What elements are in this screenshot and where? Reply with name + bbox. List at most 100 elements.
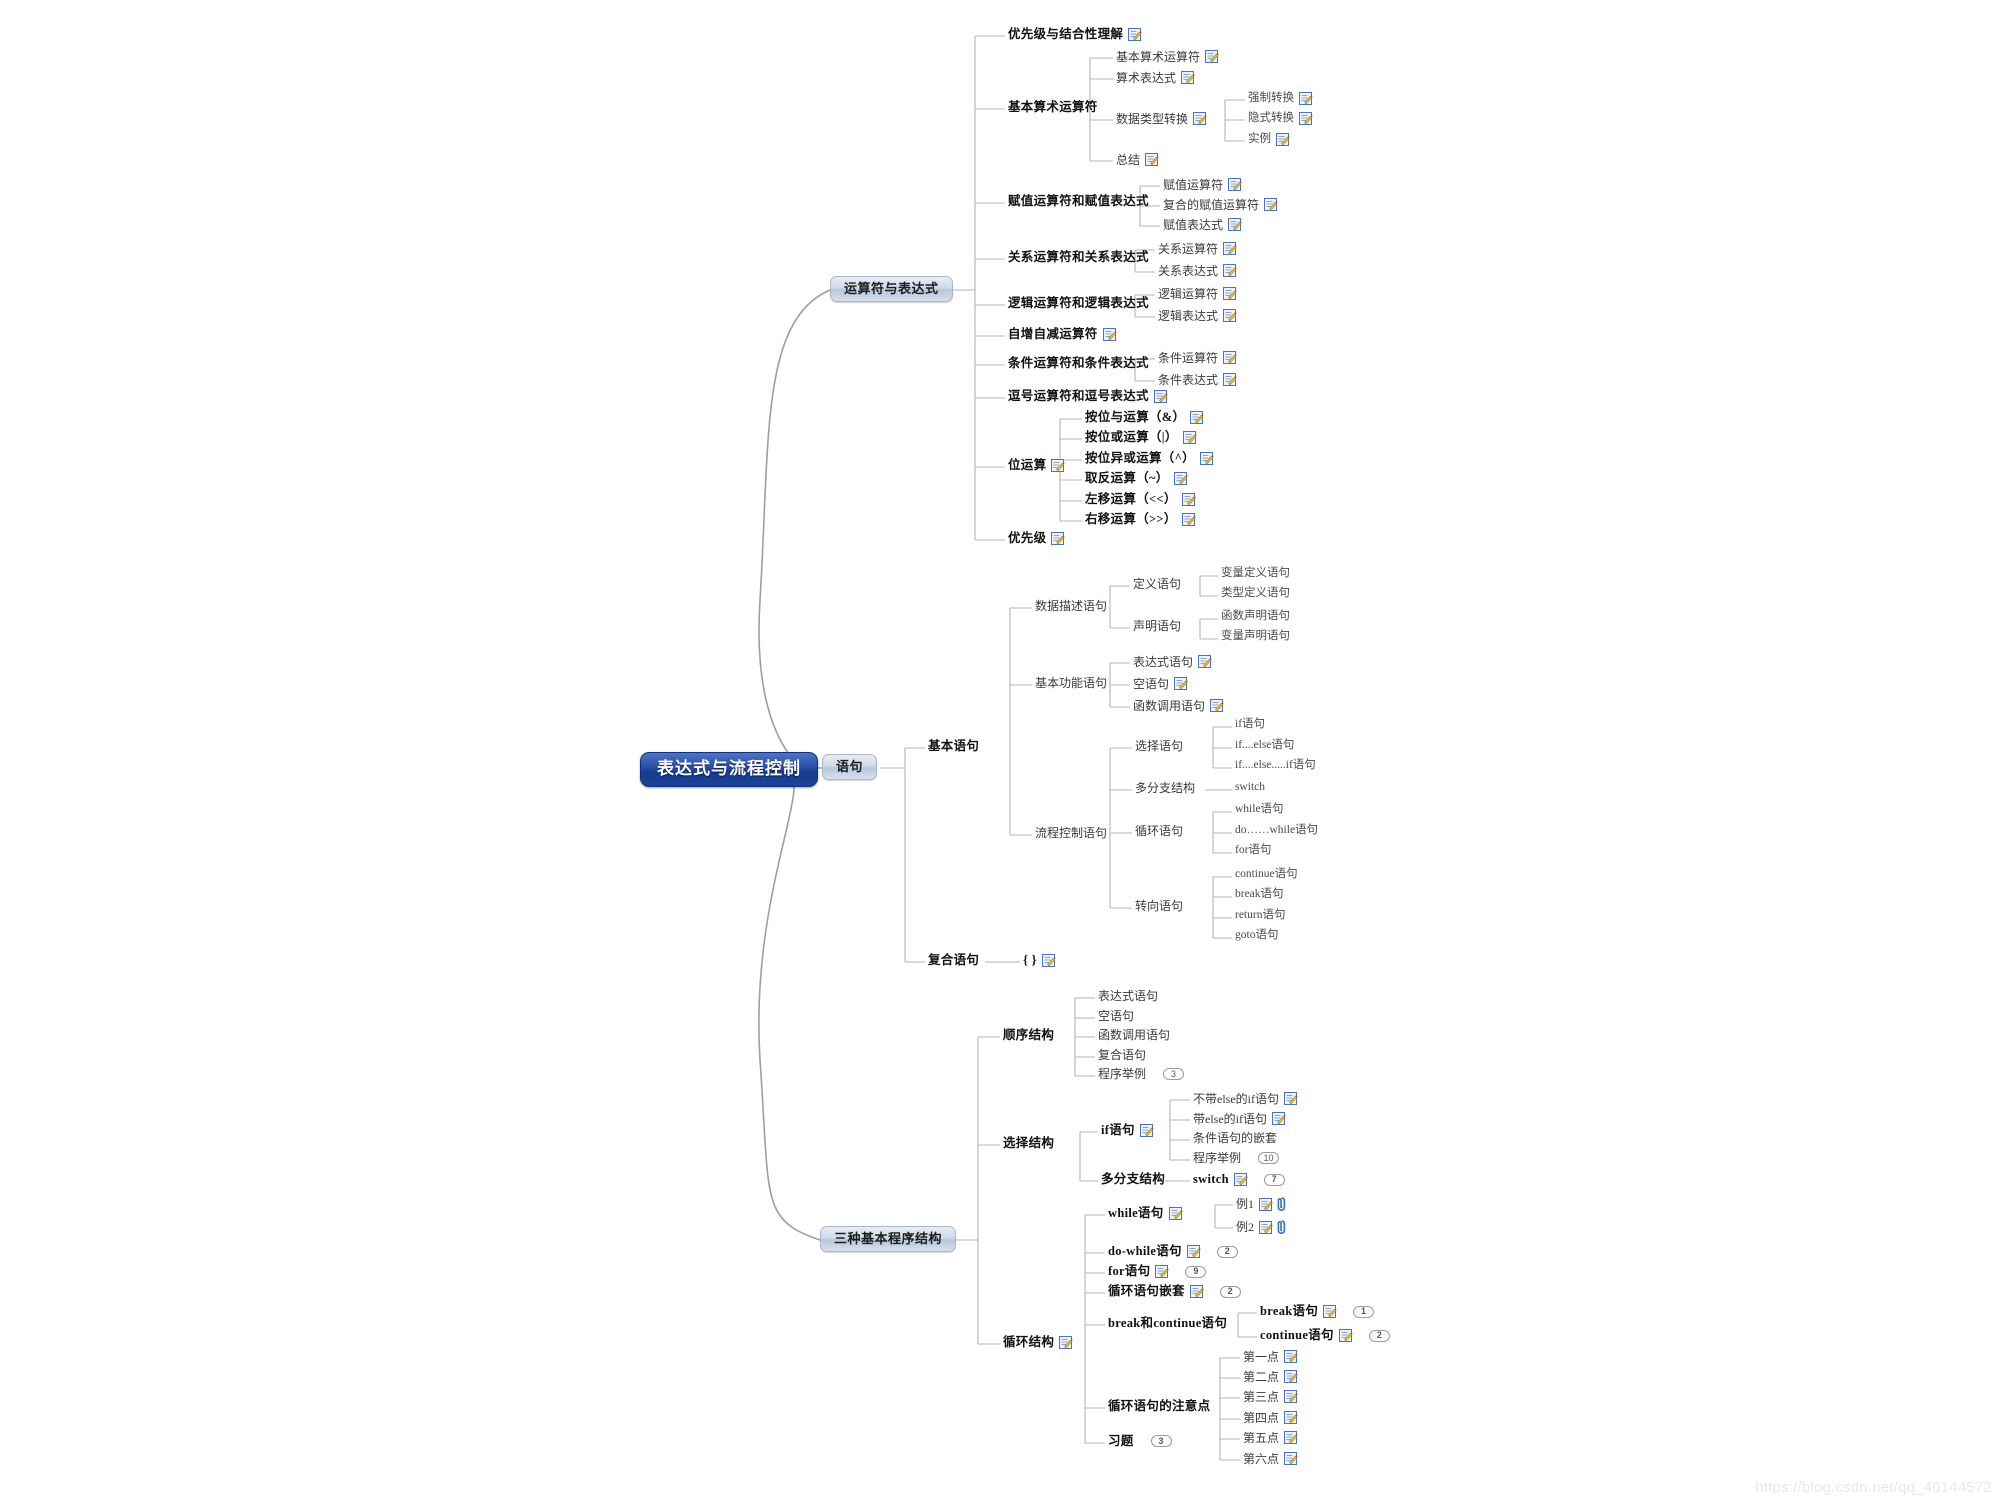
op-node-7[interactable]: 逗号运算符和逗号表达式 [1008,390,1168,403]
basic-child-2[interactable]: 流程控制语句 [1035,827,1107,839]
multi-child-0[interactable]: switch [1235,781,1265,794]
note-point-3[interactable]: 第四点 [1243,1411,1299,1424]
convert-child-1[interactable]: 隐式转换 [1248,112,1314,125]
note-edit-icon[interactable] [1205,50,1220,63]
loop-child-2[interactable]: for语句 [1235,844,1271,857]
note-edit-icon[interactable] [1198,655,1213,668]
relational-child-0[interactable]: 关系运算符 [1158,242,1238,255]
note-edit-icon[interactable] [1181,71,1196,84]
note-edit-icon[interactable] [1139,1124,1154,1137]
note-edit-icon[interactable] [1223,287,1238,300]
bitwise-child-3[interactable]: 取反运算（~） [1085,472,1188,485]
note-edit-icon[interactable] [1181,493,1196,506]
op-node-8[interactable]: 位运算 [1008,459,1066,472]
bitwise-child-1[interactable]: 按位或运算（|） [1085,431,1197,444]
note-edit-icon[interactable] [1284,1452,1299,1465]
if-child-1[interactable]: 带else的if语句 [1193,1112,1287,1125]
if-child-3[interactable]: 程序举例 10 [1193,1152,1280,1164]
struct-node-2[interactable]: 循环结构 [1003,1336,1074,1349]
note-edit-icon[interactable] [1059,1336,1074,1349]
bitwise-child-2[interactable]: 按位异或运算（^） [1085,452,1215,465]
struct-node-0[interactable]: 顺序结构 [1003,1029,1054,1042]
select-child-1[interactable]: if....else语句 [1235,739,1294,752]
op-node-6[interactable]: 条件运算符和条件表达式 [1008,357,1149,370]
note-edit-icon[interactable] [1182,431,1197,444]
datadesc-child-0[interactable]: 定义语句 [1133,578,1181,590]
branch-node-statements[interactable]: 语句 [822,754,878,780]
assign-child-1[interactable]: 复合的赋值运算符 [1163,198,1279,211]
note-edit-icon[interactable] [1233,1173,1248,1186]
basic-child-1[interactable]: 基本功能语句 [1035,677,1107,689]
flow-child-1[interactable]: 多分支结构 [1135,782,1195,794]
sequence-child-2[interactable]: 函数调用语句 [1098,1029,1170,1041]
note-edit-icon[interactable] [1174,677,1189,690]
note-edit-icon[interactable] [1276,133,1291,146]
note-edit-icon[interactable] [1299,112,1314,125]
note-edit-icon[interactable] [1051,532,1066,545]
note-edit-icon[interactable] [1190,411,1205,424]
note-edit-icon[interactable] [1153,390,1168,403]
basic-child-0[interactable]: 数据描述语句 [1035,600,1107,612]
note-edit-icon[interactable] [1284,1350,1299,1363]
flow-child-0[interactable]: 选择语句 [1135,740,1183,752]
attachment-icon[interactable] [1277,1220,1286,1234]
note-edit-icon[interactable] [1051,459,1066,472]
note-edit-icon[interactable] [1284,1411,1299,1424]
logical-child-0[interactable]: 逻辑运算符 [1158,287,1238,300]
note-edit-icon[interactable] [1323,1305,1338,1318]
note-edit-icon[interactable] [1223,264,1238,277]
compound-braces[interactable]: { } [1023,954,1056,967]
if-child-0[interactable]: 不带else的if语句 [1193,1092,1299,1105]
while-example-0[interactable]: 例1 [1236,1197,1286,1211]
note-edit-icon[interactable] [1199,452,1215,465]
logical-child-1[interactable]: 逻辑表达式 [1158,309,1238,322]
attachment-icon[interactable] [1277,1197,1286,1211]
flow-child-3[interactable]: 转向语句 [1135,900,1183,912]
note-edit-icon[interactable] [1223,309,1238,322]
note-edit-icon[interactable] [1284,1370,1299,1383]
sequence-child-3[interactable]: 复合语句 [1098,1049,1146,1061]
declare-child-1[interactable]: 变量声明语句 [1221,630,1290,643]
conditional-child-1[interactable]: 条件表达式 [1158,373,1238,386]
selection-child-1[interactable]: 多分支结构 [1101,1173,1165,1186]
note-edit-icon[interactable] [1259,1197,1274,1211]
basicfunc-child-0[interactable]: 表达式语句 [1133,655,1213,668]
loopstruct-child-1[interactable]: do-while语句 2 [1108,1245,1238,1258]
jump-child-3[interactable]: goto语句 [1235,929,1278,942]
breakcont-child-0[interactable]: break语句 1 [1260,1305,1375,1318]
note-edit-icon[interactable] [1189,1285,1204,1298]
loopstruct-child-6[interactable]: 习题 3 [1108,1435,1172,1448]
loop-child-0[interactable]: while语句 [1235,803,1284,816]
stmt-node-1[interactable]: 复合语句 [928,954,979,967]
loopstruct-child-0[interactable]: while语句 [1108,1207,1183,1220]
arith-child-3[interactable]: 总结 [1116,153,1160,166]
op-node-1[interactable]: 基本算术运算符 [1008,101,1098,114]
note-edit-icon[interactable] [1210,699,1225,712]
note-point-2[interactable]: 第三点 [1243,1390,1299,1403]
loopstruct-child-5[interactable]: 循环语句的注意点 [1108,1400,1210,1413]
note-edit-icon[interactable] [1264,198,1279,211]
bitwise-child-5[interactable]: 右移运算（>>） [1085,513,1196,526]
if-child-2[interactable]: 条件语句的嵌套 [1193,1132,1277,1144]
note-edit-icon[interactable] [1228,178,1243,191]
note-edit-icon[interactable] [1041,954,1056,967]
note-point-0[interactable]: 第一点 [1243,1350,1299,1363]
note-edit-icon[interactable] [1223,373,1238,386]
branch-node-structures[interactable]: 三种基本程序结构 [820,1226,957,1252]
loopstruct-child-3[interactable]: 循环语句嵌套 2 [1108,1285,1241,1298]
note-edit-icon[interactable] [1223,242,1238,255]
conditional-child-0[interactable]: 条件运算符 [1158,351,1238,364]
op-node-4[interactable]: 逻辑运算符和逻辑表达式 [1008,297,1149,310]
bitwise-child-0[interactable]: 按位与运算（&） [1085,411,1205,424]
op-node-9[interactable]: 优先级 [1008,532,1066,545]
sequence-child-4[interactable]: 程序举例 3 [1098,1068,1185,1080]
op-node-2[interactable]: 赋值运算符和赋值表达式 [1008,195,1149,208]
basicfunc-child-2[interactable]: 函数调用语句 [1133,699,1225,712]
note-edit-icon[interactable] [1193,112,1208,125]
bitwise-child-4[interactable]: 左移运算（<<） [1085,493,1196,506]
note-edit-icon[interactable] [1181,513,1196,526]
note-edit-icon[interactable] [1186,1245,1201,1258]
op-node-0[interactable]: 优先级与结合性理解 [1008,28,1143,41]
note-edit-icon[interactable] [1168,1207,1183,1220]
declare-child-0[interactable]: 函数声明语句 [1221,610,1290,623]
